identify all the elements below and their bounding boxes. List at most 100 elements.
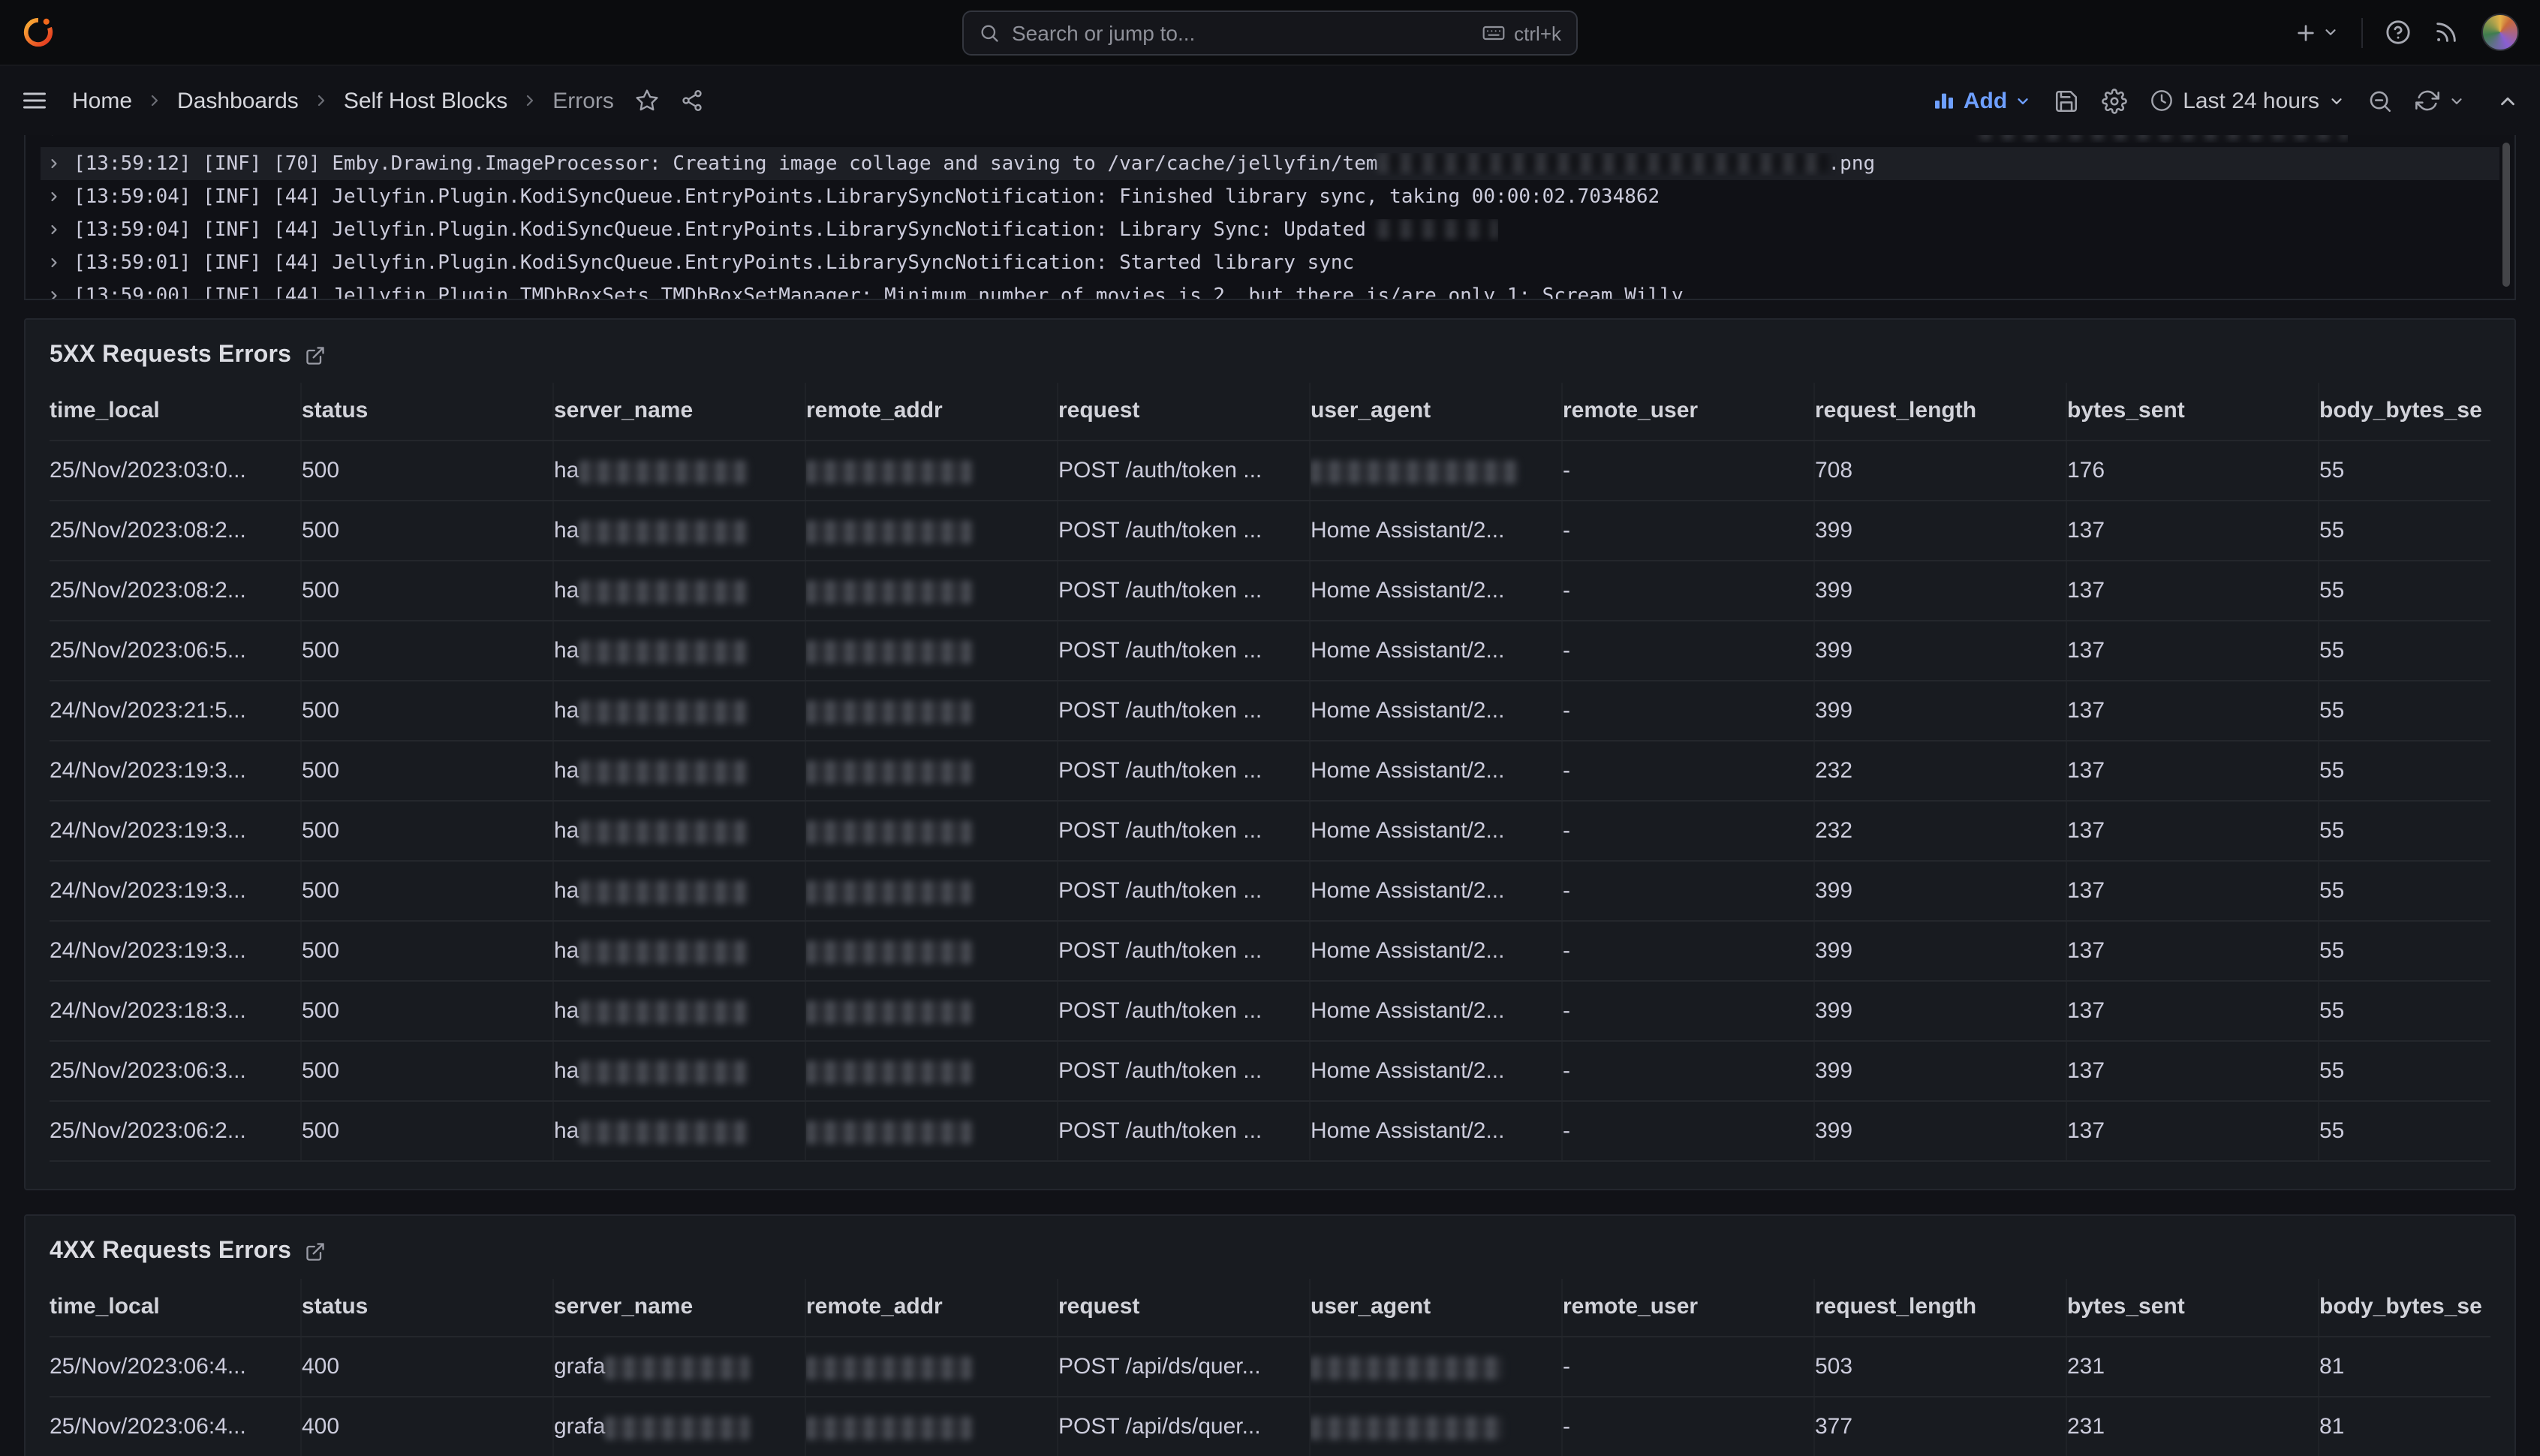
table-cell: 24/Nov/2023:18:3... [50,982,302,1040]
logs-panel: [13:59:12] [INF] [70] Emby.Drawing.Image… [24,135,2516,300]
column-header[interactable]: bytes_sent [2067,383,2319,440]
column-header[interactable]: remote_user [1563,383,1815,440]
breadcrumb-self-host-blocks[interactable]: Self Host Blocks [344,88,507,113]
log-line[interactable]: [13:59:00] [INF] [44] Jellyfin.Plugin.TM… [41,279,2499,300]
chevron-down-icon [2322,24,2339,41]
redacted-text [806,640,971,663]
column-header[interactable]: user_agent [1311,383,1563,440]
column-header[interactable]: request [1058,1279,1311,1336]
column-header[interactable]: remote_addr [806,383,1058,440]
column-header[interactable]: request_length [1815,383,2067,440]
divider [2361,17,2363,47]
log-message: [13:59:00] [INF] [44] Jellyfin.Plugin.TM… [74,284,1684,300]
column-header[interactable]: request [1058,383,1311,440]
log-line[interactable]: [13:59:04] [INF] [44] Jellyfin.Plugin.Ko… [41,213,2499,246]
table-cell: 231 [2067,1337,2319,1396]
log-line[interactable]: [13:59:01] [INF] [44] Jellyfin.Plugin.Ko… [41,246,2499,279]
share-button[interactable] [680,89,704,113]
expand-log-icon[interactable] [47,255,62,270]
redacted-text [579,760,747,783]
column-header[interactable]: remote_addr [806,1279,1058,1336]
refresh-button[interactable] [2415,89,2439,113]
chevron-down-icon [2328,92,2345,109]
table-cell: Home Assistant/2... [1311,982,1563,1040]
column-header[interactable]: server_name [554,383,806,440]
news-button[interactable] [2433,20,2459,45]
redacted-text [1378,218,1498,238]
save-dashboard-button[interactable] [2054,88,2079,113]
breadcrumb-dashboards[interactable]: Dashboards [177,88,299,113]
table-cell: 81 [2319,1337,2490,1396]
column-header[interactable]: bytes_sent [2067,1279,2319,1336]
table-cell: 55 [2319,1102,2490,1160]
breadcrumb-home[interactable]: Home [72,88,132,113]
column-header[interactable]: body_bytes_se [2319,383,2490,440]
redacted-text [1311,1356,1503,1379]
expand-log-icon[interactable] [47,156,62,171]
column-header[interactable]: status [302,383,554,440]
table-row: 24/Nov/2023:19:3...500haPOST /auth/token… [50,800,2490,860]
time-range-picker[interactable]: Last 24 hours [2150,88,2345,113]
table-cell: 399 [1815,982,2067,1040]
add-button[interactable]: Add [1932,88,2031,113]
top-nav-actions [2294,14,2519,51]
external-link-icon[interactable] [305,345,326,366]
grafana-logo[interactable] [21,15,56,50]
panel-4xx-requests-errors: 4XX Requests Errors time_localstatusserv… [24,1214,2516,1456]
redacted-text [579,520,747,543]
expand-log-icon[interactable] [47,288,62,300]
table-header-row: time_localstatusserver_nameremote_addrre… [50,1279,2490,1336]
column-header[interactable]: request_length [1815,1279,2067,1336]
table-cell [806,982,1058,1040]
table-cell: - [1563,1042,1815,1100]
table-row: 25/Nov/2023:06:4...400grafaPOST /api/ds/… [50,1396,2490,1456]
dashboard-settings-button[interactable] [2102,88,2127,113]
dashboard-actions [635,89,704,113]
table-cell: 137 [2067,621,2319,680]
table-cell: 81 [2319,1397,2490,1456]
panel-header[interactable]: 4XX Requests Errors [50,1234,2490,1270]
hamburger-menu-button[interactable] [21,87,48,114]
table-cell [806,862,1058,920]
table-cell: - [1563,1102,1815,1160]
logs-scrollbar[interactable] [2502,143,2510,287]
table-cell: 24/Nov/2023:19:3... [50,802,302,860]
table-cell: 24/Nov/2023:21:5... [50,681,302,740]
collapse-controls-button[interactable] [2496,89,2519,112]
new-menu-button[interactable] [2294,20,2339,44]
table-cell [806,1102,1058,1160]
search-input[interactable]: Search or jump to... ctrl+k [962,11,1578,56]
table-cell: 399 [1815,621,2067,680]
help-button[interactable] [2385,20,2411,45]
user-avatar[interactable] [2481,14,2519,51]
table-cell [1311,1337,1563,1396]
favorite-star-button[interactable] [635,89,659,113]
table-cell: 55 [2319,441,2490,500]
chevron-right-icon [521,92,539,110]
expand-log-icon[interactable] [47,222,62,237]
log-line[interactable]: [13:59:04] [INF] [44] Jellyfin.Plugin.Ko… [41,180,2499,213]
redacted-text [806,520,971,543]
table-cell: ha [554,862,806,920]
table-cell: 176 [2067,441,2319,500]
redacted-text [806,940,971,963]
column-header[interactable]: server_name [554,1279,806,1336]
panel-header[interactable]: 5XX Requests Errors [50,338,2490,374]
zoom-out-button[interactable] [2367,88,2393,113]
column-header[interactable]: status [302,1279,554,1336]
table-cell: ha [554,441,806,500]
external-link-icon[interactable] [305,1241,326,1262]
table-cell: POST /auth/token ... [1058,501,1311,560]
expand-log-icon[interactable] [47,135,62,138]
column-header[interactable]: remote_user [1563,1279,1815,1336]
search-icon [979,23,1000,44]
column-header[interactable]: time_local [50,1279,302,1336]
log-line[interactable]: [13:59:12] [INF] [70] Emby.Drawing.Image… [41,147,2499,180]
expand-log-icon[interactable] [47,189,62,204]
column-header[interactable]: body_bytes_se [2319,1279,2490,1336]
log-line[interactable] [41,135,2499,147]
refresh-interval-dropdown[interactable] [2448,92,2465,109]
column-header[interactable]: user_agent [1311,1279,1563,1336]
column-header[interactable]: time_local [50,383,302,440]
redacted-text [806,760,971,783]
